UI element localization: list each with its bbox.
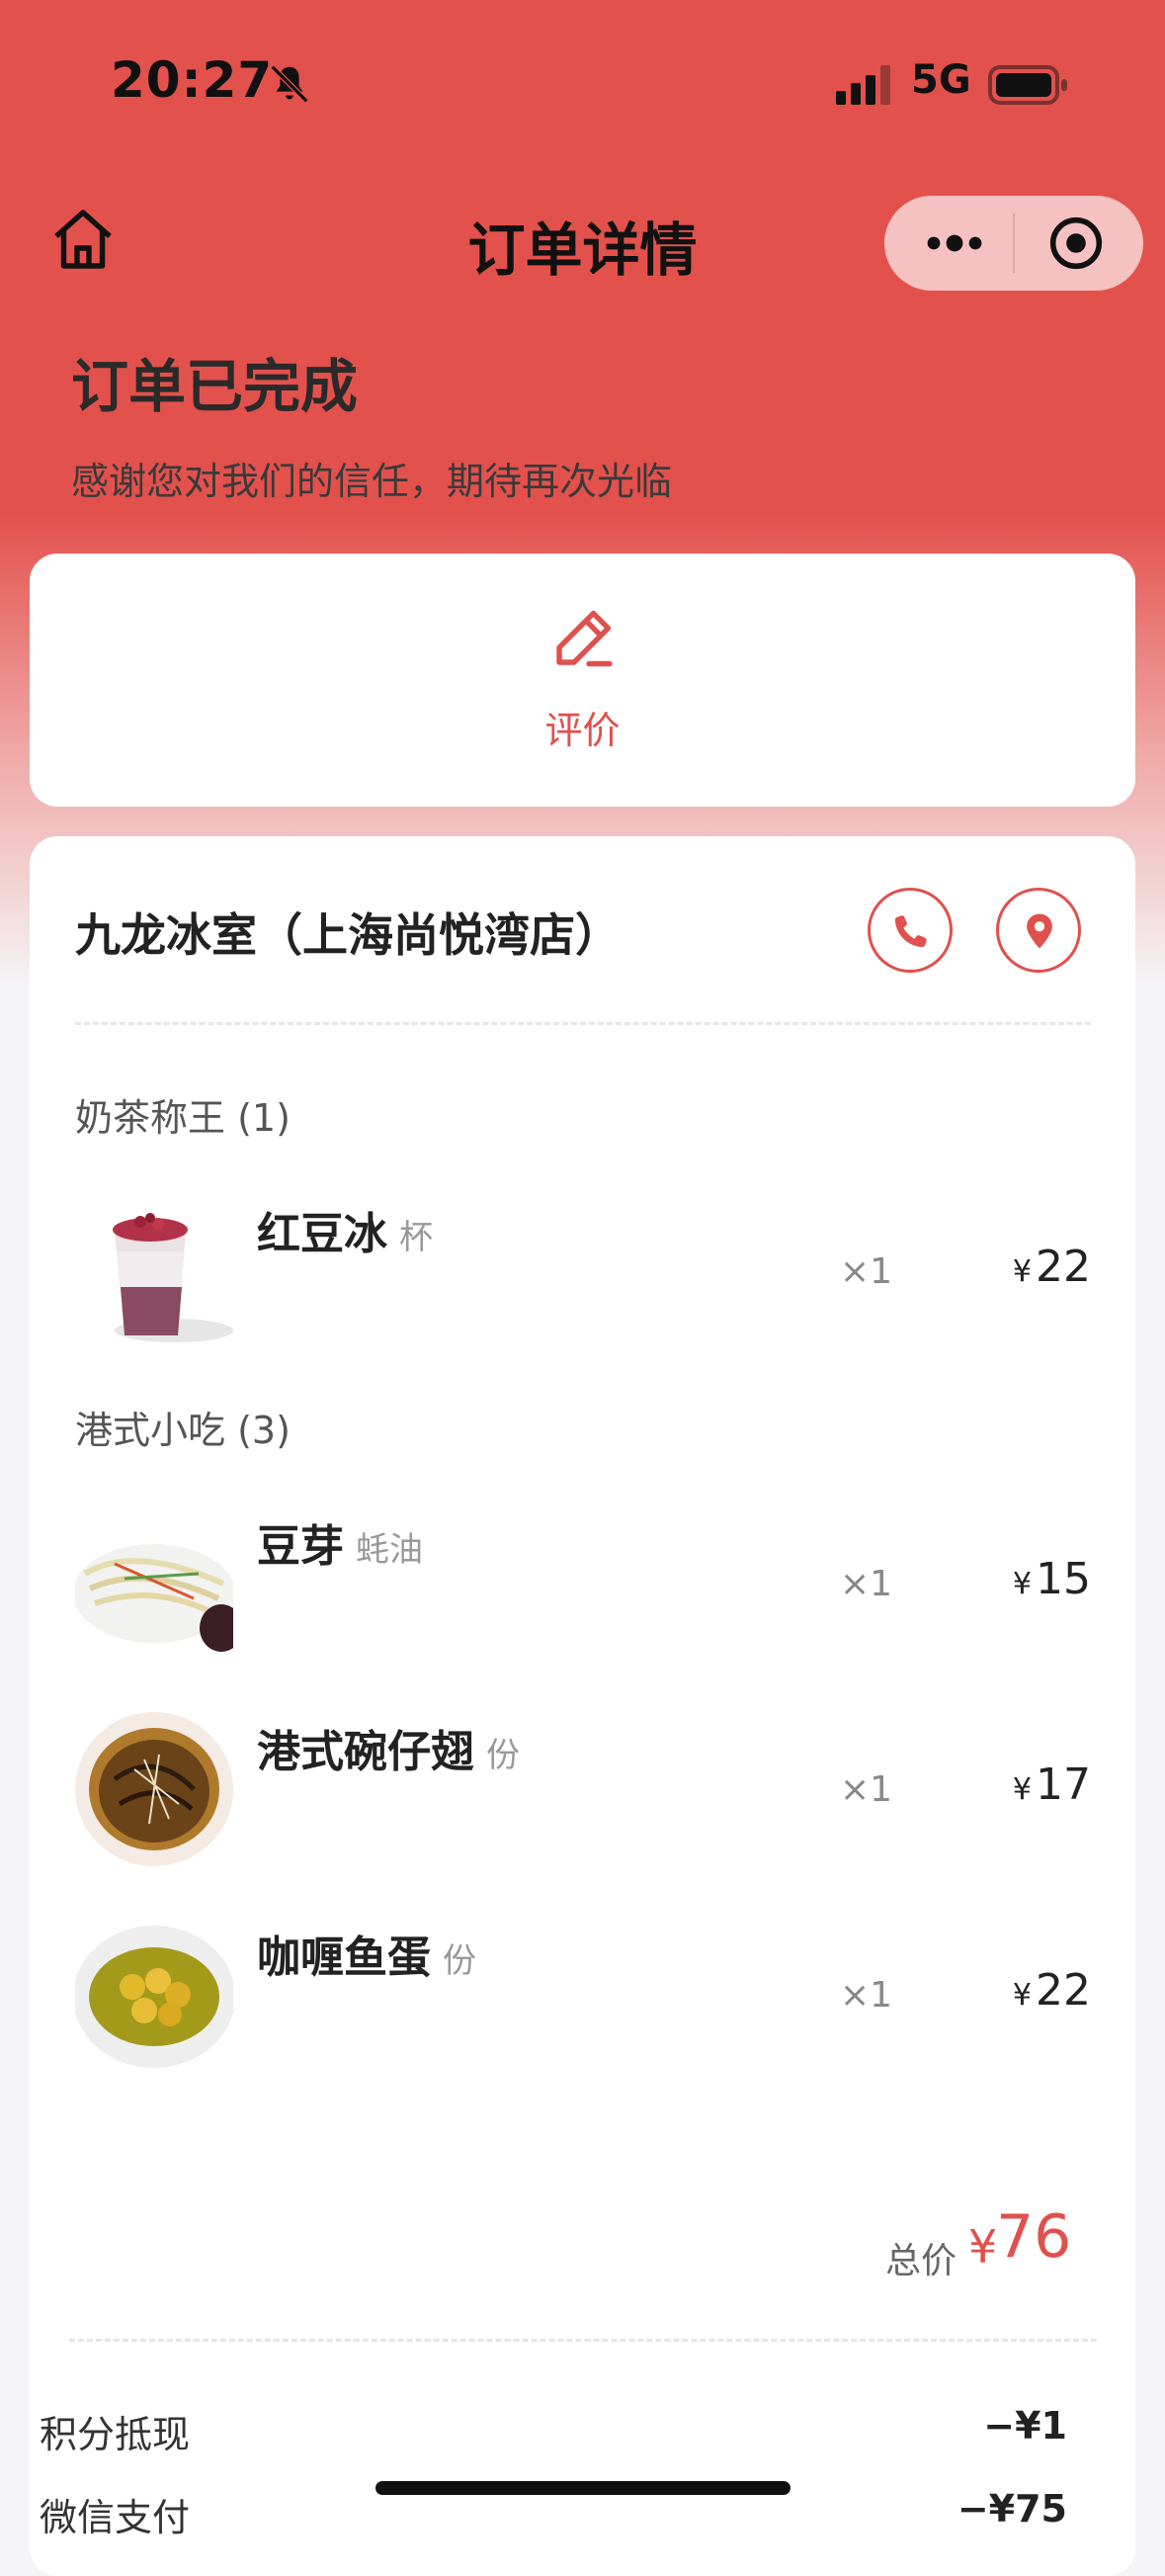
capsule-divider	[1013, 214, 1015, 273]
fee-value: −¥75	[957, 2487, 1067, 2531]
store-name: 九龙冰室（上海尚悦湾店）	[75, 908, 621, 962]
fee-label: 微信支付	[40, 2496, 191, 2539]
item-unit: 份	[443, 1941, 476, 1981]
location-icon	[1027, 913, 1052, 949]
phone-icon	[894, 915, 927, 948]
status-time: 20:27	[111, 51, 274, 109]
item-quantity: ×1	[840, 1975, 893, 2016]
item-name: 咖喱鱼蛋份	[257, 1932, 476, 1983]
item-quantity: ×1	[840, 1564, 893, 1604]
review-button-label: 评价	[544, 709, 621, 752]
order-card: 九龙冰室（上海尚悦湾店） 奶茶称王 (1) 红豆冰杯 ×1 ¥22 港式小吃 (…	[30, 836, 1135, 2576]
target-icon[interactable]	[1048, 215, 1104, 271]
item-thumbnail	[75, 1916, 233, 2074]
item-unit: 份	[486, 1736, 520, 1775]
review-card[interactable]: 评价	[30, 554, 1135, 807]
order-subtitle: 感谢您对我们的信任，期待再次光临	[71, 460, 673, 503]
item-price: ¥15	[1012, 1554, 1091, 1604]
category-title: 港式小吃 (3)	[75, 1409, 291, 1452]
order-item: 港式碗仔翅份 ×1 ¥17	[75, 1710, 1091, 1868]
divider	[69, 2339, 1097, 2342]
divider	[75, 1022, 1091, 1025]
battery-icon	[988, 65, 1067, 105]
item-name: 红豆冰杯	[257, 1209, 433, 1259]
item-thumbnail	[75, 1504, 233, 1663]
store-location-button[interactable]	[996, 888, 1081, 973]
network-label: 5G	[911, 57, 971, 103]
fee-label: 积分抵现	[40, 2413, 191, 2456]
total-currency: ¥	[968, 2220, 998, 2274]
bell-slash-icon	[270, 64, 309, 104]
order-item: 咖喱鱼蛋份 ×1 ¥22	[75, 1916, 1091, 2074]
signal-icon	[836, 65, 890, 105]
total-label: 总价	[885, 2241, 957, 2281]
item-unit: 蚝油	[356, 1530, 423, 1570]
mini-program-capsule	[884, 196, 1143, 291]
item-thumbnail	[75, 1710, 233, 1868]
item-quantity: ×1	[840, 1769, 893, 1810]
more-icon[interactable]	[924, 223, 985, 263]
item-thumbnail	[75, 1192, 233, 1350]
wechat-pay-row: 微信支付 −¥75	[40, 2487, 1067, 2541]
edit-icon	[556, 610, 613, 667]
call-store-button[interactable]	[868, 888, 953, 973]
points-deduction-row: 积分抵现 −¥1	[40, 2404, 1067, 2458]
item-price: ¥17	[1012, 1760, 1091, 1810]
item-name: 豆芽 蚝油	[257, 1521, 423, 1572]
item-price: ¥22	[1012, 1242, 1091, 1292]
total-value: 76	[996, 2202, 1072, 2272]
home-indicator	[375, 2481, 791, 2495]
order-item: 红豆冰杯 ×1 ¥22	[75, 1192, 1091, 1350]
order-item: 豆芽 蚝油 ×1 ¥15	[75, 1504, 1091, 1663]
fee-value: −¥1	[983, 2404, 1067, 2447]
item-unit: 杯	[399, 1218, 433, 1257]
order-status: 订单已完成	[71, 353, 359, 420]
item-price: ¥22	[1012, 1965, 1091, 2016]
category-title: 奶茶称王 (1)	[75, 1096, 291, 1140]
item-name: 港式碗仔翅份	[257, 1727, 520, 1777]
item-quantity: ×1	[840, 1251, 893, 1292]
